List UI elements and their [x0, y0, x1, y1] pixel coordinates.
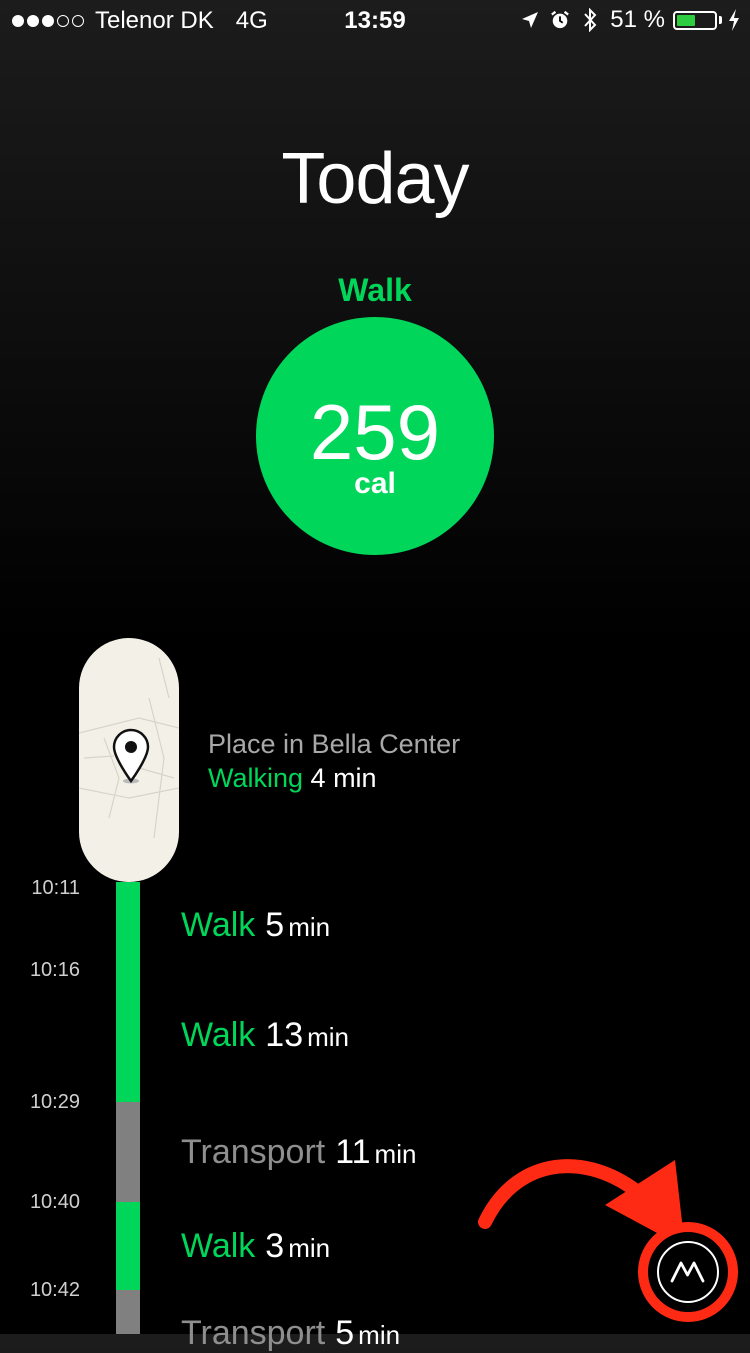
- moves-logo-icon: [670, 1261, 705, 1283]
- timeline-segment-walk: [116, 882, 140, 1102]
- bluetooth-icon: [580, 8, 600, 32]
- timeline-time: 10:16: [29, 959, 80, 981]
- timeline-time: 10:29: [29, 1091, 80, 1113]
- timeline-row-walk[interactable]: Walk 5 min: [181, 906, 330, 945]
- place-info[interactable]: Place in Bella Center Walking 4 min: [208, 727, 460, 795]
- place-duration: 4 min: [310, 763, 377, 793]
- charging-bolt-icon: [728, 8, 740, 32]
- location-pin-icon: [112, 728, 150, 784]
- calories-value: 259: [309, 388, 441, 476]
- calories-circle[interactable]: 259 cal: [256, 317, 494, 555]
- timeline-time: 10:42: [29, 1279, 80, 1301]
- summary-activity-label: Walk: [338, 272, 412, 308]
- moves-app-button[interactable]: [638, 1222, 738, 1322]
- battery-percent: 51 %: [610, 6, 665, 33]
- place-map-thumbnail[interactable]: [79, 638, 179, 882]
- timeline-time: 10:40: [29, 1191, 80, 1213]
- calories-unit: cal: [354, 467, 396, 500]
- status-bar: Telenor DK 4G 13:59 51 %: [0, 0, 750, 40]
- timeline-segment-transport: [116, 1290, 140, 1334]
- timeline-time: 10:11: [31, 877, 80, 899]
- timeline-segment-transport: [116, 1102, 140, 1202]
- alarm-icon: [550, 8, 570, 32]
- timeline-row-walk[interactable]: Walk 3 min: [181, 1227, 330, 1266]
- place-activity: Walking: [208, 763, 304, 793]
- battery-icon: [673, 10, 717, 30]
- timeline-row-walk[interactable]: Walk 13 min: [181, 1016, 349, 1055]
- place-name: Place in Bella Center: [208, 729, 461, 759]
- timeline-row-transport[interactable]: Transport 11 min: [181, 1133, 416, 1172]
- timeline-segment-walk: [116, 1202, 140, 1290]
- location-arrow-icon: [520, 8, 540, 32]
- page-title: Today: [281, 139, 469, 219]
